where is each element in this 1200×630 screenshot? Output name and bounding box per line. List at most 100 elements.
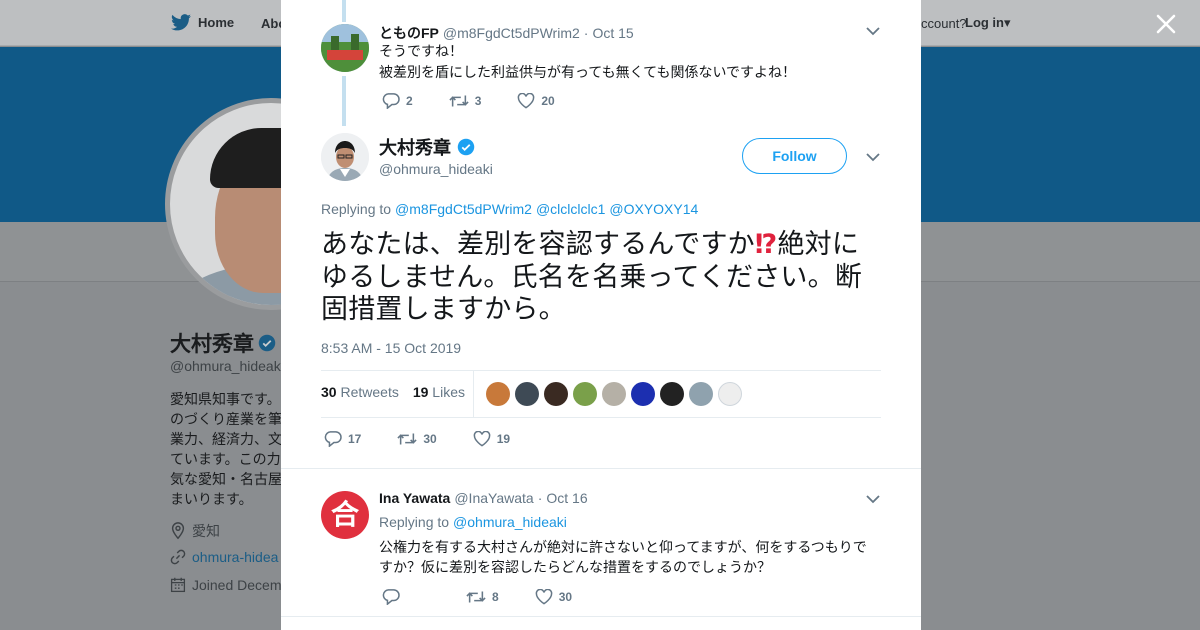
verified-icon [258, 334, 276, 352]
reply-bottom-retweet-count: 8 [492, 590, 499, 604]
retweet-icon [449, 95, 469, 107]
profile-name: 大村秀章 [170, 328, 276, 358]
reply-top-dot: · [583, 25, 589, 41]
reply-bottom-reply-button[interactable] [382, 589, 406, 605]
avatar-portrait-image [321, 133, 369, 181]
profile-location-text: 愛知 [192, 523, 220, 539]
location-pin-icon [171, 522, 185, 540]
reply-top-line2: 被差別を盾にした利益供与が有っても無くても関係ないですよね！ [379, 64, 797, 80]
reply-top-line1: そうですね！ [379, 43, 463, 59]
main-tweet-handle-row: @ohmura_hideaki [379, 161, 493, 177]
reply-bottom-handle[interactable]: @InaYawata [454, 490, 533, 506]
reply-bottom-avatar-glyph: 合 [330, 499, 359, 530]
reply-top-handle[interactable]: @m8FgdCt5dPWrim2 [443, 25, 580, 41]
follow-button[interactable]: Follow [742, 138, 847, 174]
liker-avatar[interactable] [544, 382, 568, 406]
retweet-icon [466, 591, 486, 603]
reply-bottom-avatar[interactable]: 合 [321, 491, 369, 539]
nav-home[interactable]: Home [171, 14, 234, 31]
reply-top-reply-count: 2 [406, 94, 413, 108]
liker-avatar[interactable] [573, 382, 597, 406]
close-icon [1156, 14, 1176, 34]
reply-bottom-actions: 8 30 [382, 589, 608, 605]
heart-icon [535, 589, 553, 605]
reply-bottom-dot: · [537, 490, 543, 506]
main-tweet-like-button[interactable]: 19 [473, 431, 510, 447]
login-label: Log in [965, 15, 1004, 30]
replying-to-user-1[interactable]: @m8FgdCt5dPWrim2 [395, 201, 532, 217]
reply-bottom-date[interactable]: Oct 16 [546, 490, 587, 506]
reply-top-avatar[interactable] [321, 24, 369, 72]
tweet-divider [281, 468, 921, 469]
close-button[interactable] [1152, 10, 1180, 38]
profile-website[interactable]: ohmura-hidea [170, 549, 278, 565]
reply-top-header: とものFP @m8FgdCt5dPWrim2 · Oct 15 [379, 23, 634, 43]
reply-top-like-count: 20 [541, 94, 555, 108]
profile-handle: @ohmura_hideaki [170, 358, 284, 374]
main-tweet-text: あなたは、差別を容認するんですか⁉絶対にゆるしません。氏名を名乗ってください。断… [321, 228, 881, 326]
reply-bottom-menu-icon[interactable] [865, 491, 881, 507]
main-tweet-stats: 30 Retweets 19 Likes [321, 384, 465, 400]
main-tweet-actions: 17 30 19 [324, 431, 546, 447]
profile-location: 愛知 [170, 521, 220, 541]
reply-top-like-button[interactable]: 20 [517, 93, 555, 109]
nav-home-label: Home [198, 15, 235, 30]
profile-joined: Joined Decem [170, 577, 282, 593]
replying-to-label: Replying to [321, 201, 392, 217]
liker-avatar[interactable] [689, 382, 713, 406]
reply-top-menu-icon[interactable] [865, 23, 881, 39]
reply-bottom-replying-label: Replying to [379, 514, 450, 530]
stats-divider-top [321, 370, 881, 371]
liker-avatar[interactable] [660, 382, 684, 406]
main-tweet-retweet-count: 30 [423, 432, 437, 446]
reply-top-retweet-button[interactable]: 3 [449, 93, 482, 109]
main-tweet-replying-to: Replying to @m8FgdCt5dPWrim2 @clclclclc1… [321, 201, 698, 217]
reply-bottom-retweet-button[interactable]: 8 [466, 589, 499, 605]
reply-bottom-header: Ina Yawata @InaYawata · Oct 16 [379, 490, 588, 506]
reply-top-actions: 2 3 20 [382, 93, 591, 109]
main-tweet-retweet-button[interactable]: 30 [397, 431, 437, 447]
liker-avatar[interactable] [602, 382, 626, 406]
main-tweet-menu-icon[interactable] [865, 149, 881, 165]
bottom-divider [281, 616, 921, 617]
reply-top-date[interactable]: Oct 15 [592, 25, 633, 41]
replying-to-user-2[interactable]: @clclclclc1 [536, 201, 605, 217]
main-tweet-avatar[interactable] [321, 133, 369, 181]
profile-website-text: ohmura-hidea [192, 549, 279, 565]
heart-icon [473, 431, 491, 447]
reply-icon [382, 589, 400, 605]
liker-avatar[interactable] [718, 382, 742, 406]
liker-avatar[interactable] [515, 382, 539, 406]
nav-login[interactable]: Log in▾ [965, 15, 1011, 31]
reply-top-name[interactable]: とものFP [379, 23, 439, 43]
thread-line-mid [342, 76, 346, 126]
interrobang-emoji: ⁉ [754, 229, 778, 259]
main-tweet-name[interactable]: 大村秀章 [379, 134, 451, 160]
main-tweet-timestamp-row: 8:53 AM - 15 Oct 2019 [321, 340, 461, 356]
replying-to-user-3[interactable]: @OXYOXY14 [609, 201, 698, 217]
calendar-icon [170, 577, 186, 593]
caret-down-icon: ▾ [1004, 15, 1011, 30]
main-tweet-timestamp[interactable]: 8:53 AM - 15 Oct 2019 [321, 340, 461, 356]
retweets-stat[interactable]: 30 Retweets [321, 384, 399, 400]
main-tweet-handle[interactable]: @ohmura_hideaki [379, 161, 493, 177]
liker-avatar[interactable] [486, 382, 510, 406]
reply-top-reply-button[interactable]: 2 [382, 93, 413, 109]
main-tweet-reply-button[interactable]: 17 [324, 431, 361, 447]
reply-bottom-like-count: 30 [558, 590, 573, 604]
reply-bottom-replying-to: Replying to @ohmura_hideaki [379, 514, 567, 530]
verified-badge-icon [457, 138, 475, 156]
profile-joined-text: Joined Decem [192, 577, 282, 593]
liker-avatar[interactable] [631, 382, 655, 406]
retweets-stat-label: Retweets [340, 384, 399, 400]
retweet-icon [397, 433, 417, 445]
profile-name-text: 大村秀章 [170, 333, 254, 356]
reply-bottom-replying-user[interactable]: @ohmura_hideaki [453, 514, 567, 530]
likes-stat[interactable]: 19 Likes [413, 384, 465, 400]
reply-top-retweet-count: 3 [474, 94, 482, 108]
main-tweet-like-count: 19 [496, 432, 511, 446]
stats-divider-bottom [321, 417, 881, 418]
reply-bottom-name[interactable]: Ina Yawata [379, 490, 450, 506]
main-tweet-reply-count: 17 [348, 432, 362, 446]
reply-bottom-like-button[interactable]: 30 [535, 589, 572, 605]
